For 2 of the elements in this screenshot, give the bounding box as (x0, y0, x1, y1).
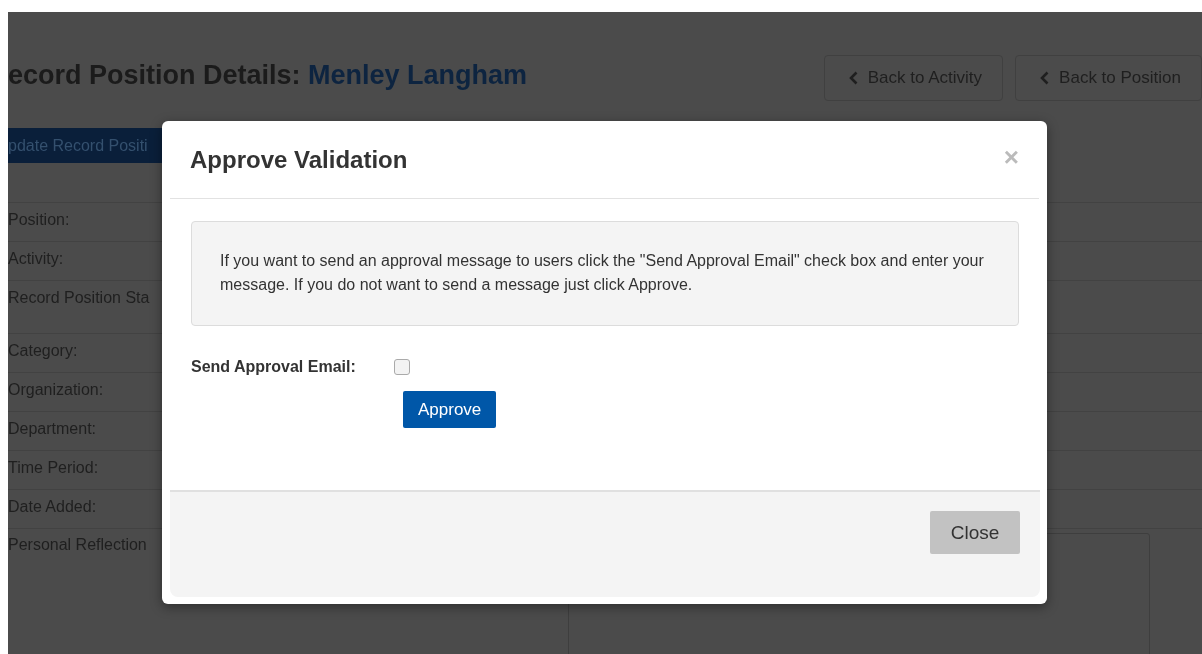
info-message: If you want to send an approval message to users click the "Send Approval Email" check box and enter your message. If you do not want to send a message just click Approve. (191, 221, 1019, 326)
checkbox-label: Send Approval Email: (191, 358, 356, 376)
